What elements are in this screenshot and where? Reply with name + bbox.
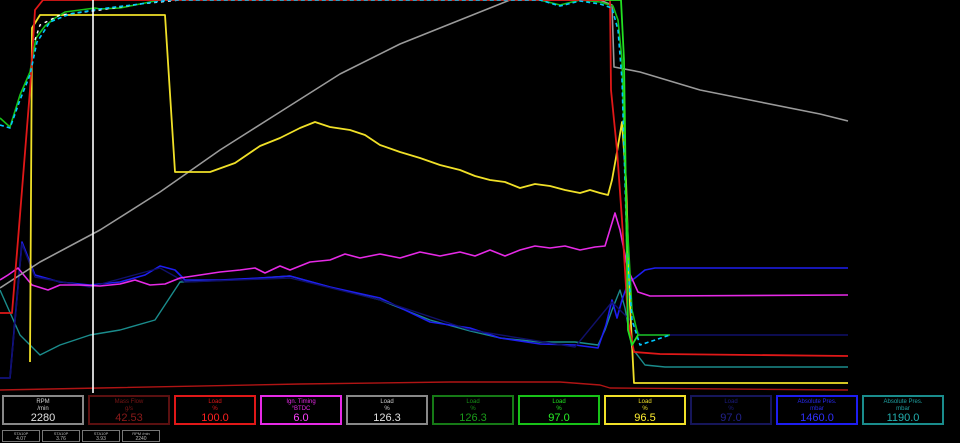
gauge-value: 1460.0: [800, 412, 834, 424]
mini-readout-2: STA10P 3.93: [82, 430, 120, 442]
gauge-value: 96.5: [634, 412, 656, 424]
gauge-6[interactable]: Load% 97.0: [518, 395, 600, 425]
gauge-value: 42.53: [115, 412, 143, 424]
mini-readout-0: STA10P 4.07: [2, 430, 40, 442]
gauge-value: 126.3: [459, 412, 487, 424]
gauge-label: Absolute Pres.: [883, 399, 923, 405]
gauge-value: 6.0: [293, 412, 309, 424]
chart-plot-area[interactable]: [0, 0, 960, 393]
gauge-value: 1190.0: [886, 412, 920, 424]
mini-readout-bar: STA10P 4.07 STA10P 3.76 STA10P 3.93 RPM /min 22…: [0, 429, 960, 443]
mini-readout-1: STA10P 3.76: [42, 430, 80, 442]
gauge-label: RPM: [36, 399, 50, 405]
gauge-label: Load: [208, 399, 222, 405]
mini-readout-value: 2240: [135, 436, 147, 442]
gauge-value: 126.3: [373, 412, 401, 424]
gauge-10[interactable]: Absolute Pres. mbar 1190.0: [862, 395, 944, 425]
mini-readout-value: 4.07: [16, 436, 26, 442]
gauge-label: Absolute Pres.: [797, 399, 837, 405]
mini-readout-3: RPM /min 2240: [122, 430, 160, 442]
gauge-label: Load: [552, 399, 566, 405]
gauge-label: Load: [380, 399, 394, 405]
gauge-value: 97.0: [720, 412, 742, 424]
mini-readout-value: 3.76: [56, 436, 66, 442]
gauge-3[interactable]: Ign. Timing °BTDC 6.0: [260, 395, 342, 425]
gauge-value: 2280: [30, 412, 56, 424]
gauge-0[interactable]: RPM/min 2280: [2, 395, 84, 425]
gauge-2[interactable]: Load% 100.0: [174, 395, 256, 425]
gauge-label: Mass Flow: [114, 399, 144, 405]
gauge-1[interactable]: Mass Flow g/s 42.53: [88, 395, 170, 425]
gauge-value: 100.0: [201, 412, 229, 424]
gauge-bar: RPM/min 2280 Mass Flow g/s 42.53 Load% 100.0 Ig…: [0, 393, 960, 428]
gauge-8[interactable]: Load% 97.0: [690, 395, 772, 425]
gauge-label: Load: [724, 399, 738, 405]
gauge-label: Load: [638, 399, 652, 405]
gauge-4[interactable]: Load% 126.3: [346, 395, 428, 425]
gauge-label: Load: [466, 399, 480, 405]
gauge-9[interactable]: Absolute Pres. mbar 1460.0: [776, 395, 858, 425]
gauge-value: 97.0: [548, 412, 570, 424]
gauge-label: Ign. Timing: [286, 399, 316, 405]
gauge-5[interactable]: Load% 126.3: [432, 395, 514, 425]
gauge-7[interactable]: Load% 96.5: [604, 395, 686, 425]
mini-readout-value: 3.93: [96, 436, 106, 442]
